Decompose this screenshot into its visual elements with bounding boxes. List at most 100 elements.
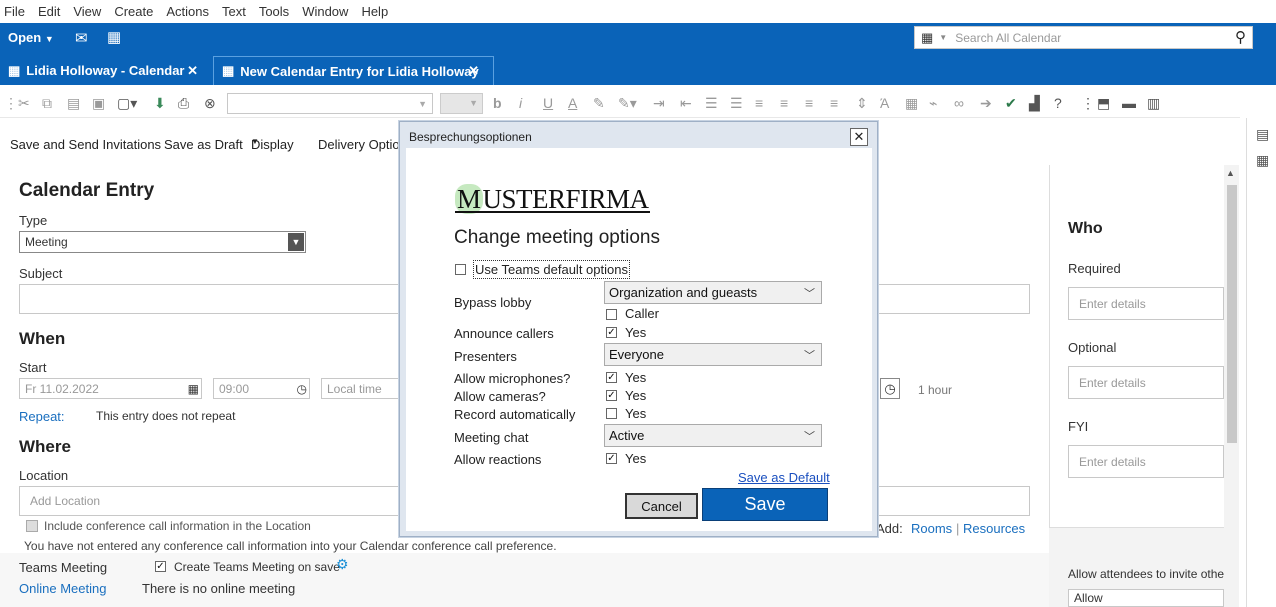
delete-icon[interactable]: ⊗ [204,95,216,112]
bold-icon[interactable]: b [493,95,502,111]
teams-default-label[interactable]: Use Teams default options [473,260,630,279]
online-meeting-link[interactable]: Online Meeting [19,581,106,596]
menu-create[interactable]: Create [114,4,153,19]
close-icon[interactable]: ✕ [468,63,479,79]
italic-icon[interactable]: i [519,95,522,111]
font-color-icon[interactable]: A [568,95,577,111]
save-draft-button[interactable]: Save as Draft [164,137,243,152]
menu-tools[interactable]: Tools [259,4,289,19]
layout-icon[interactable]: ⬒ [1097,95,1110,112]
allow-invite-select[interactable]: Allow [1068,589,1224,607]
bullet-list-icon[interactable]: ☰ [705,95,718,112]
clock-icon[interactable]: ◷ [297,382,307,396]
search-icon[interactable]: ⚲ [1235,28,1246,46]
menu-window[interactable]: Window [302,4,348,19]
cancel-button[interactable]: Cancel [625,493,698,519]
clear-format-icon[interactable]: Ά [880,95,889,111]
start-label: Start [19,360,47,375]
delivery-options-menu[interactable]: Delivery Option [318,137,407,152]
caret-down-icon: ▼ [44,34,54,44]
caller-checkbox[interactable] [606,309,617,320]
indent-icon[interactable]: ⇥ [653,95,665,112]
meeting-chat-select[interactable]: Active ﹀ [604,424,822,447]
numbered-list-icon[interactable]: ☰ [730,95,743,112]
microphones-checkbox[interactable]: ✓ [606,372,617,383]
menu-view[interactable]: View [73,4,101,19]
cut-icon[interactable]: ✂ [18,95,30,112]
menu-actions[interactable]: Actions [166,4,209,19]
underline-icon[interactable]: U [543,95,553,111]
calendar-icon[interactable]: ▦ [188,382,199,396]
announce-callers-checkbox[interactable]: ✓ [606,327,617,338]
briefcase-icon[interactable]: ▤ [1256,126,1269,143]
font-size-select[interactable]: ▼ [440,93,483,114]
clock-icon[interactable]: ◷ [880,378,900,399]
save-as-default-link[interactable]: Save as Default [738,470,830,485]
new-item-icon[interactable]: ▢▾ [117,95,137,112]
required-input[interactable]: Enter details [1068,287,1224,320]
when-heading: When [19,329,66,348]
repeat-link[interactable]: Repeat: [19,409,65,424]
panel-icon[interactable]: ▥ [1147,95,1160,112]
font-select[interactable]: ▼ [227,93,433,114]
type-select[interactable]: Meeting ▼ [19,231,306,253]
form-icon[interactable]: ▟ [1029,95,1040,112]
attach-icon[interactable]: ▣ [92,95,105,112]
print-icon[interactable]: ⎙ [178,95,189,112]
save-icon[interactable]: ⬇ [154,95,166,112]
outdent-icon[interactable]: ⇤ [680,95,692,112]
close-icon[interactable]: ✕ [187,63,198,79]
rooms-link[interactable]: Rooms [911,521,952,536]
close-icon[interactable]: ✕ [850,128,868,146]
mail-icon[interactable]: ✉ [75,29,88,47]
resources-link[interactable]: Resources [963,521,1025,536]
menu-help[interactable]: Help [361,4,388,19]
line-spacing-icon[interactable]: ⇕ [856,95,868,112]
align-center-icon[interactable]: ≡ [780,95,788,111]
scroll-up-icon[interactable]: ▲ [1226,168,1235,178]
include-conf-label: Include conference call information in t… [44,519,311,533]
toolbox-icon[interactable]: ▬ [1122,95,1136,111]
tab-new-entry[interactable]: ▦ New Calendar Entry for Lidia Holloway … [213,56,494,85]
calendar-icon[interactable]: ▦ [1256,152,1269,169]
create-teams-checkbox[interactable]: ✓ [155,561,166,572]
presenters-select[interactable]: Everyone ﹀ [604,343,822,366]
fyi-input[interactable]: Enter details [1068,445,1224,478]
menu-edit[interactable]: Edit [38,4,60,19]
start-date-input[interactable]: Fr 11.02.2022 ▦ [19,378,202,399]
include-conf-checkbox[interactable] [26,520,38,532]
save-button[interactable]: Save [702,488,828,521]
link-icon[interactable]: ⌁ [929,95,937,112]
reactions-label: Allow reactions [454,452,542,467]
tab-calendar[interactable]: ▦ Lidia Holloway - Calendar ✕ [0,56,210,85]
cameras-checkbox[interactable]: ✓ [606,390,617,401]
menu-text[interactable]: Text [222,4,246,19]
reactions-checkbox[interactable]: ✓ [606,453,617,464]
align-right-icon[interactable]: ≡ [805,95,813,111]
copy-icon[interactable]: ⧉ [42,95,52,112]
timezone-input[interactable]: Local time [321,378,401,399]
open-button[interactable]: Open ▼ [8,30,54,45]
highlight-icon[interactable]: ✎ [593,95,605,112]
insert-icon[interactable]: ➔ [980,95,992,112]
bypass-lobby-select[interactable]: Organization and gueasts ﹀ [604,281,822,304]
table-icon[interactable]: ▦ [905,95,918,112]
start-time-input[interactable]: 09:00 ◷ [213,378,310,399]
calendar-icon[interactable]: ▦ [107,28,121,46]
save-send-button[interactable]: Save and Send Invitations [10,137,161,152]
gear-icon[interactable]: ⚙ [336,556,349,573]
align-left-icon[interactable]: ≡ [755,95,763,111]
help-icon[interactable]: ? [1054,95,1062,111]
chain-icon[interactable]: ∞ [954,95,964,111]
spellcheck-icon[interactable]: ✔ [1005,95,1017,112]
teams-default-checkbox[interactable] [455,264,466,275]
search-input[interactable]: ▦ ▼ Search All Calendar ⚲ [914,26,1253,49]
scrollbar-thumb[interactable] [1227,185,1237,443]
justify-icon[interactable]: ≡ [830,95,838,111]
paste-icon[interactable]: ▤ [67,95,80,112]
menu-file[interactable]: File [4,4,25,19]
record-checkbox[interactable] [606,408,617,419]
more-icon[interactable]: ⋮ [1081,95,1095,112]
optional-input[interactable]: Enter details [1068,366,1224,399]
fill-color-icon[interactable]: ✎▾ [618,95,637,112]
